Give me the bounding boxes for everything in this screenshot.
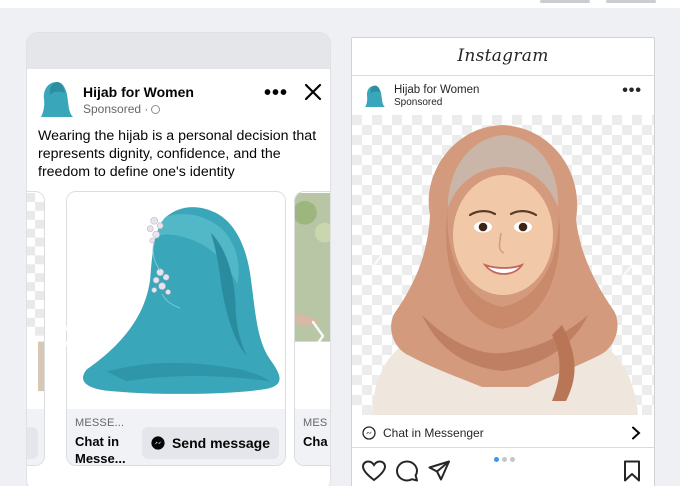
- carousel-next-arrow[interactable]: [309, 319, 327, 353]
- card-image-teal-hijab: [67, 192, 285, 409]
- carousel-previous-arrow[interactable]: [57, 319, 75, 353]
- facebook-preview-header: [27, 33, 330, 69]
- post-image-peach-hijab: [352, 115, 654, 415]
- sponsored-label: Sponsored ·: [83, 102, 161, 116]
- send-message-button[interactable]: [27, 427, 38, 459]
- card-headline: Cha Me: [303, 434, 330, 449]
- divider: [352, 75, 654, 76]
- carousel-dot: [502, 457, 507, 462]
- card-domain: MES: [303, 417, 328, 429]
- window-top-bar: [0, 0, 680, 8]
- card-meta: MESSE... Chat in Messe... Send message: [67, 409, 285, 466]
- toolbar-stub: [540, 0, 590, 3]
- globe-icon: [151, 104, 161, 114]
- page-avatar[interactable]: [39, 79, 75, 119]
- cta-label: Chat in Messenger: [383, 426, 484, 440]
- card-image: [295, 192, 330, 409]
- messenger-icon: [151, 436, 165, 450]
- card-image: [27, 192, 44, 409]
- heart-icon[interactable]: [362, 460, 386, 482]
- share-icon[interactable]: [428, 460, 450, 482]
- toolbar-stub: [606, 0, 656, 3]
- carousel-dot: [510, 457, 515, 462]
- carousel-card-previous[interactable]: [27, 191, 45, 466]
- close-icon[interactable]: [304, 83, 322, 101]
- messenger-icon: [362, 426, 376, 440]
- instagram-logo: Instagram: [457, 46, 549, 66]
- send-message-label: Send message: [171, 435, 271, 451]
- post-header: Hijab for Women Sponsored · •••: [39, 79, 322, 119]
- card-meta: [27, 409, 44, 465]
- sponsored-text: Sponsored ·: [83, 102, 149, 116]
- sponsored-label: Sponsored: [394, 97, 443, 108]
- card-domain: MESSE...: [75, 417, 125, 429]
- primary-text: Wearing the hijab is a personal decision…: [38, 128, 317, 180]
- bookmark-icon[interactable]: [623, 460, 641, 482]
- send-message-button[interactable]: Send message: [142, 427, 279, 459]
- carousel-card[interactable]: MESSE... Chat in Messe... Send message: [66, 191, 286, 466]
- chevron-right-icon: [632, 426, 641, 440]
- carousel-dot-active: [494, 457, 499, 462]
- more-options-icon[interactable]: •••: [622, 83, 642, 99]
- carousel: MESSE... Chat in Messe... Send message M…: [27, 189, 330, 469]
- comment-icon[interactable]: [396, 460, 418, 482]
- instagram-ad-preview: Instagram Hijab for Women Sponsored •••: [351, 37, 655, 486]
- card-meta: MES Cha Me: [295, 409, 330, 465]
- page-name[interactable]: Hijab for Women: [394, 84, 479, 96]
- page-avatar[interactable]: [364, 83, 386, 109]
- card-headline: Chat in Messe...: [75, 434, 126, 466]
- facebook-post: Hijab for Women Sponsored · ••• Wearing …: [27, 69, 330, 486]
- more-options-icon[interactable]: •••: [264, 83, 288, 103]
- facebook-ad-preview: Hijab for Women Sponsored · ••• Wearing …: [26, 32, 331, 486]
- page-name[interactable]: Hijab for Women: [83, 84, 194, 100]
- chat-in-messenger-cta[interactable]: Chat in Messenger: [352, 418, 654, 448]
